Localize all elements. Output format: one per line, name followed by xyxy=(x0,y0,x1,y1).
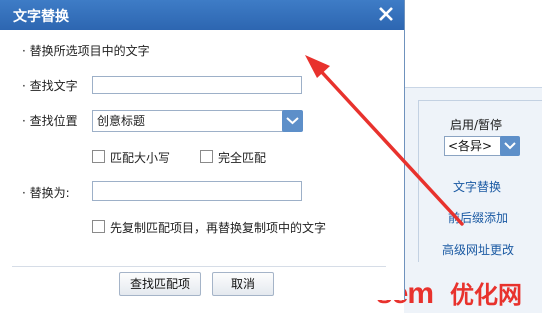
annotation-arrow xyxy=(305,55,464,226)
annotation-arrow-shaft xyxy=(316,66,464,226)
